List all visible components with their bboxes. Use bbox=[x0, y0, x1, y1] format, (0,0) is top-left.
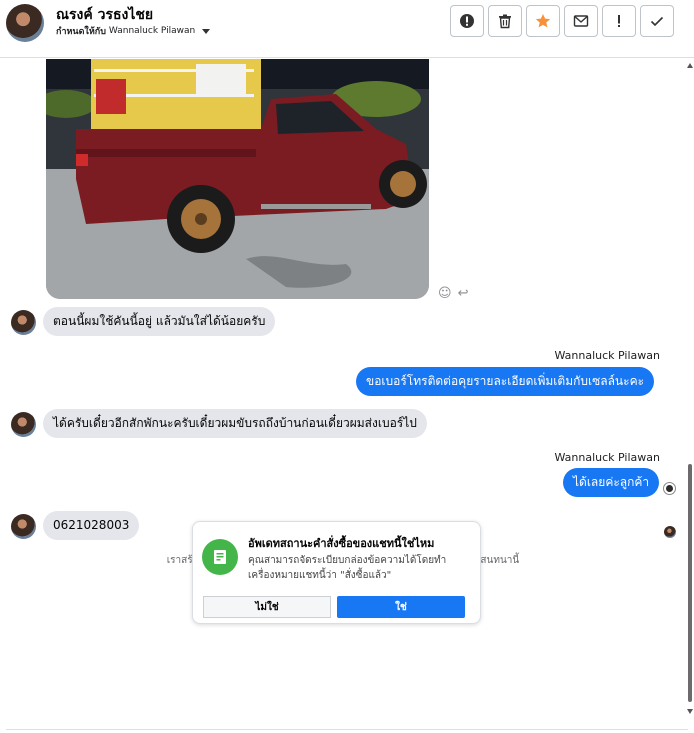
read-receipt-avatar bbox=[664, 526, 676, 538]
assigned-label: กำหนดให้กับ bbox=[56, 27, 106, 37]
conversation-header: ณรงค์ วรธงไชย กำหนดให้กับ Wannaluck Pila… bbox=[0, 0, 694, 58]
assignee-selector[interactable]: กำหนดให้กับ Wannaluck Pilawan bbox=[56, 24, 211, 38]
order-receipt-icon bbox=[202, 539, 238, 575]
envelope-icon bbox=[573, 15, 589, 27]
mark-spam-button[interactable] bbox=[450, 5, 484, 37]
scroll-up-arrow-icon[interactable] bbox=[687, 63, 693, 68]
scroll-down-arrow-icon[interactable] bbox=[687, 709, 693, 714]
thread-scrollbar[interactable] bbox=[686, 59, 694, 729]
order-status-prompt-card: อัพเดทสถานะคำสั่งซื้อของแชทนี้ใช่ไหม คุณ… bbox=[192, 521, 481, 624]
sender-name: Wannaluck Pilawan bbox=[554, 451, 661, 464]
prompt-description: คุณสามารถจัดระเบียบกล่องข้อความได้โดยทำเ… bbox=[248, 555, 447, 581]
smile-icon[interactable]: ☺ bbox=[438, 286, 452, 301]
follow-up-button[interactable] bbox=[602, 5, 636, 37]
check-icon bbox=[650, 16, 664, 27]
mark-done-button[interactable] bbox=[640, 5, 674, 37]
sender-avatar bbox=[11, 514, 36, 539]
star-icon bbox=[535, 14, 551, 28]
incoming-message[interactable]: ตอนนี้ผมใช้คันนี้อยู่ แล้วมันใส่ได้น้อยค… bbox=[43, 307, 276, 336]
delete-button[interactable] bbox=[488, 5, 522, 37]
trash-icon bbox=[499, 14, 511, 29]
prompt-title: อัพเดทสถานะคำสั่งซื้อของแชทนี้ใช่ไหม bbox=[248, 537, 435, 550]
yes-button[interactable]: ใช่ bbox=[337, 596, 465, 618]
outgoing-message[interactable]: ขอเบอร์โทรติดต่อคุยรายละเอียดเพิ่มเติมกั… bbox=[356, 367, 655, 396]
message-actions: ☺ ↩ bbox=[438, 286, 468, 301]
divider bbox=[6, 729, 688, 730]
pickup-truck-image bbox=[46, 59, 429, 299]
assignee-name: Wannaluck Pilawan bbox=[108, 26, 196, 36]
star-button[interactable] bbox=[526, 5, 560, 37]
sender-name: Wannaluck Pilawan bbox=[554, 349, 661, 362]
sender-avatar bbox=[11, 310, 36, 335]
incoming-message[interactable]: ได้ครับเดี๋ยวอีกสักพักนะครับเดี๋ยวผมขับร… bbox=[43, 409, 427, 438]
seen-indicator bbox=[664, 483, 675, 494]
scrollbar-thumb[interactable] bbox=[688, 464, 692, 702]
chevron-down-icon bbox=[202, 28, 211, 34]
attached-photo[interactable] bbox=[46, 59, 429, 299]
outgoing-message[interactable]: ได้เลยค่ะลูกค้า bbox=[563, 468, 660, 497]
sender-avatar bbox=[11, 412, 36, 437]
mark-unread-button[interactable] bbox=[564, 5, 598, 37]
reply-icon[interactable]: ↩ bbox=[458, 286, 469, 301]
message-thread[interactable]: ☺ ↩ ตอนนี้ผมใช้คันนี้อยู่ แล้วมันใส่ได้น… bbox=[0, 59, 686, 729]
exclamation-icon bbox=[618, 15, 620, 27]
alert-circle-icon bbox=[460, 14, 474, 28]
incoming-message[interactable]: 0621028003 bbox=[43, 511, 140, 540]
no-button[interactable]: ไม่ใช่ bbox=[203, 596, 331, 618]
contact-name[interactable]: ณรงค์ วรธงไชย bbox=[56, 4, 153, 26]
contact-avatar[interactable] bbox=[6, 4, 44, 42]
